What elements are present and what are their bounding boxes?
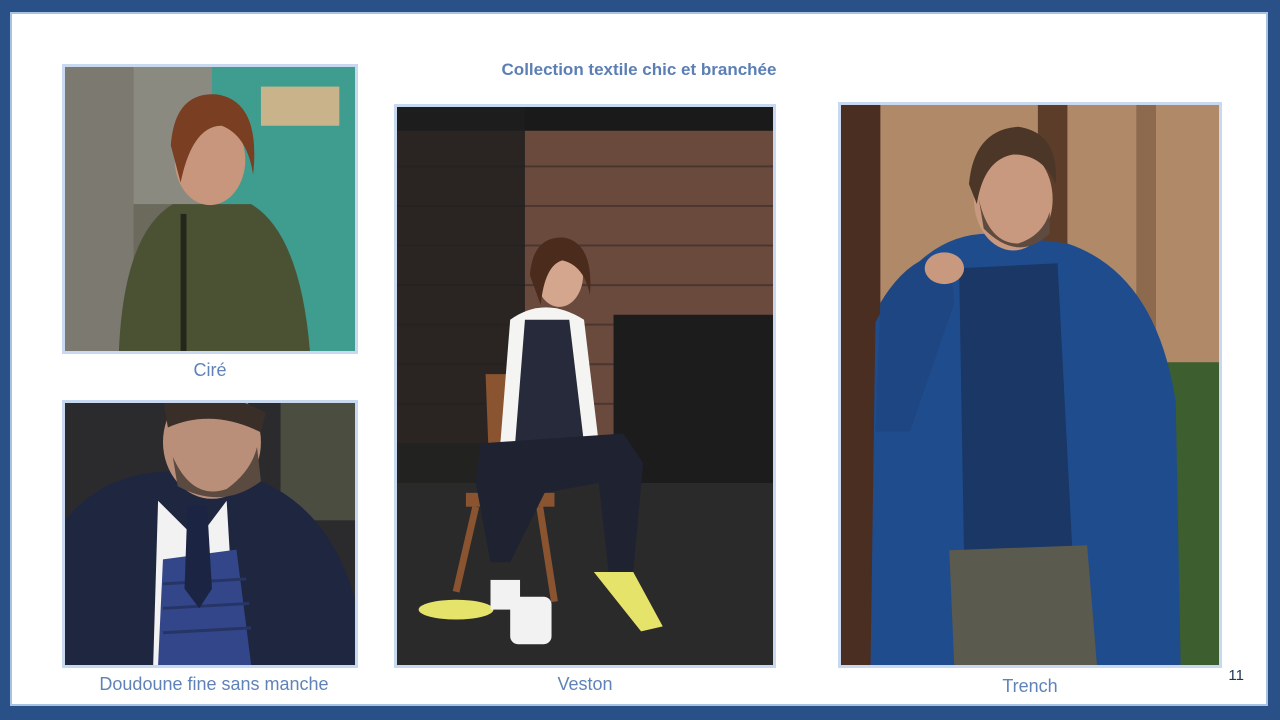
woman-waistcoat-chair-image: [397, 107, 773, 665]
caption-veston: Veston: [557, 674, 613, 694]
page-number: 11: [1228, 667, 1244, 684]
photo-doudoune: [62, 400, 358, 668]
photo-cire: [62, 64, 358, 354]
woman-olive-raincoat-image: [65, 67, 355, 351]
man-suit-quilted-vest-image: [65, 403, 355, 665]
slide: Collection textile chic et branchée Ciré: [10, 12, 1268, 706]
man-blue-trench-coat-image: [841, 105, 1219, 665]
photo-veston: [394, 104, 776, 668]
caption-trench: Trench: [1002, 676, 1058, 696]
photo-trench: [838, 102, 1222, 668]
caption-cire: Ciré: [193, 360, 227, 380]
caption-doudoune: Doudoune fine sans manche: [99, 674, 329, 694]
